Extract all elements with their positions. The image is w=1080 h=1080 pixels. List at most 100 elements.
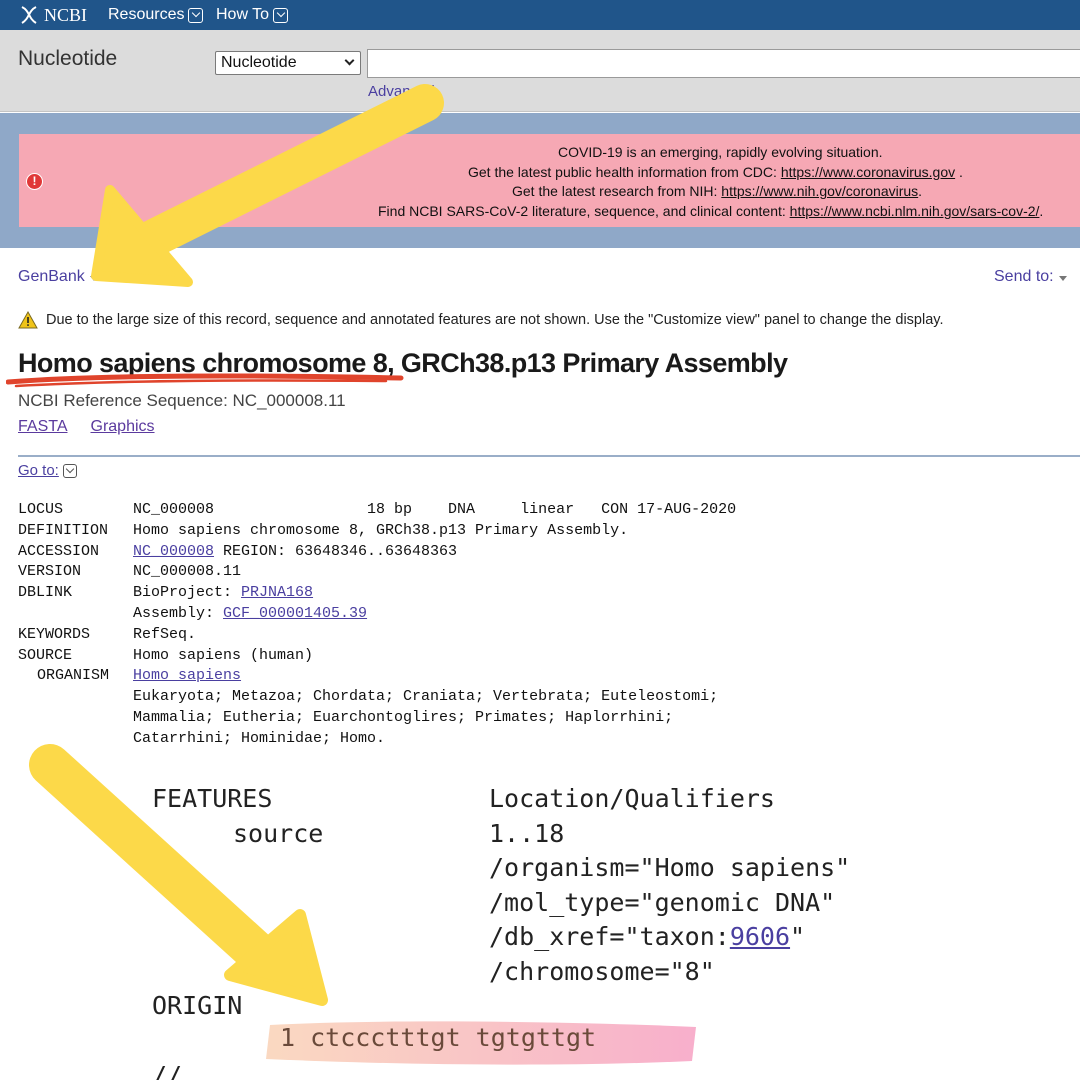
database-select[interactable]: Nucleotide (215, 51, 361, 75)
alert-line-4: Find NCBI SARS-CoV-2 literature, sequenc… (378, 203, 1043, 219)
field-key: SOURCE (18, 646, 73, 664)
alert-line-2-text: Get the latest public health information… (468, 164, 781, 180)
qualifier-indent (152, 955, 489, 990)
field-value: NC_000008.11 (133, 563, 242, 581)
dbxref-suffix: " (790, 922, 806, 951)
organism-qualifier: /organism="Homo sapiens" (489, 853, 851, 882)
lineage-row: Catarrhini; Hominidae; Homo. (18, 729, 736, 750)
resources-menu[interactable]: Resources (108, 6, 204, 24)
ncbi-logo[interactable]: NCBI (18, 4, 87, 26)
field-key: DBLINK (18, 584, 73, 602)
alert-line-3: Get the latest research from NIH: https:… (512, 183, 922, 199)
keywords-row: KEYWORDS RefSeq. (18, 625, 736, 646)
format-selector[interactable]: GenBank (18, 268, 98, 286)
alert-line-2: Get the latest public health information… (468, 164, 963, 180)
field-value: Mammalia; Eutheria; Euarchontoglires; Pr… (133, 708, 674, 726)
field-value: REGION: 63648346..63648363 (214, 542, 458, 560)
dbxref-prefix: /db_xref="taxon: (489, 922, 730, 951)
warning-text: Due to the large size of this record, se… (46, 312, 944, 328)
search-bar: Nucleotide Nucleotide Advanced (0, 30, 1080, 112)
field-key-empty (18, 708, 133, 729)
features-key: FEATURES (152, 784, 273, 813)
alert-icon: ! (26, 173, 43, 190)
lineage-row: Eukaryota; Metazoa; Chordata; Craniata; … (18, 687, 736, 708)
howto-label: How To (216, 6, 270, 23)
field-value: Catarrhini; Hominidae; Homo. (133, 729, 386, 747)
alert-line-1: COVID-19 is an emerging, rapidly evolvin… (558, 144, 883, 160)
assembly-link[interactable]: GCF_000001405.39 (223, 604, 367, 625)
send-to-menu[interactable]: Send to: (994, 268, 1067, 286)
alert-line-3-tail: . (918, 183, 923, 199)
organism-link[interactable]: Homo sapiens (133, 666, 241, 687)
section-divider (18, 455, 1080, 457)
source-row: SOURCE Homo sapiens (human) (18, 646, 736, 667)
field-value: RefSeq. (133, 625, 197, 643)
moltype-qualifier: /mol_type="genomic DNA" (489, 887, 836, 917)
graphics-link[interactable]: Graphics (91, 418, 155, 436)
features-zoom: FEATURES Location/Qualifiers source 1..18 … (152, 782, 850, 1024)
location-header: Location/Qualifiers (489, 784, 775, 813)
sequence-line: 1 ctccctttgt tgtgttgt (280, 1023, 597, 1052)
field-value: Homo sapiens chromosome 8, GRCh38.p13 Pr… (133, 521, 629, 539)
field-key-empty (18, 604, 133, 625)
howto-menu[interactable]: How To (216, 6, 289, 24)
chevron-down-icon (273, 7, 289, 23)
dblink-row: DBLINK BioProject: PRJNA168 (18, 583, 736, 604)
search-input[interactable] (367, 49, 1080, 78)
ncbi-helix-icon (21, 6, 37, 24)
alert-line-2-tail: . (955, 164, 963, 180)
qualifier-row: /organism="Homo sapiens" (152, 851, 850, 886)
caret-down-icon (1058, 276, 1067, 281)
version-row: VERSION NC_000008.11 (18, 562, 736, 583)
source-feature-row: source 1..18 (152, 817, 850, 852)
alert-line-4-text: Find NCBI SARS-CoV-2 literature, sequenc… (378, 203, 790, 219)
red-underline-annotation (6, 373, 404, 388)
nih-link[interactable]: https://www.nih.gov/coronavirus (721, 183, 918, 199)
warning-icon (18, 311, 38, 329)
cdc-link[interactable]: https://www.coronavirus.gov (781, 164, 955, 180)
database-select-value: Nucleotide (221, 54, 297, 71)
record-terminator: // (152, 1061, 183, 1080)
send-to-label: Send to: (994, 268, 1054, 285)
source-key: source (233, 818, 324, 848)
bioproject-link[interactable]: PRJNA168 (241, 583, 313, 604)
field-key: LOCUS (18, 501, 64, 518)
qualifier-indent (152, 851, 489, 886)
caret-down-icon (89, 276, 98, 281)
qualifier-row: /db_xref="taxon: 9606 " (152, 920, 850, 955)
reference-sequence-id: NCBI Reference Sequence: NC_000008.11 (18, 391, 346, 410)
advanced-search-link[interactable]: Advanced (368, 83, 435, 100)
definition-row: DEFINITION Homo sapiens chromosome 8, GRC… (18, 521, 736, 542)
fasta-link[interactable]: FASTA (18, 418, 68, 436)
features-header-row: FEATURES Location/Qualifiers (152, 782, 850, 817)
qualifier-indent (152, 920, 489, 955)
organism-row: ORGANISM Homo sapiens (18, 666, 736, 687)
qualifier-indent (152, 886, 489, 921)
alert-line-3-text: Get the latest research from NIH: (512, 183, 722, 199)
field-key: VERSION (18, 563, 82, 581)
field-key: KEYWORDS (18, 625, 91, 643)
resources-label: Resources (108, 6, 185, 23)
field-value: Homo sapiens (human) (133, 646, 314, 664)
qualifier-row: /mol_type="genomic DNA" (152, 886, 850, 921)
size-warning: Due to the large size of this record, se… (18, 311, 943, 329)
field-value: Assembly: (133, 604, 224, 622)
accession-row: ACCESSION NC_000008 REGION: 63648346..636… (18, 542, 736, 563)
accession-link[interactable]: NC_000008 (133, 542, 214, 563)
locus-row: LOCUS NC_000008 18 bp DNA linear CON 17-A… (18, 500, 736, 521)
field-key: ACCESSION (18, 542, 100, 560)
taxon-link[interactable]: 9606 (730, 920, 790, 955)
goto-menu[interactable]: Go to: (18, 462, 77, 479)
top-nav-bar: NCBI Resources How To (0, 0, 1080, 30)
field-key: DEFINITION (18, 521, 109, 539)
field-key-empty (18, 729, 133, 750)
field-key-empty (18, 687, 133, 708)
assembly-row: Assembly: GCF_000001405.39 (18, 604, 736, 625)
field-value: Eukaryota; Metazoa; Chordata; Craniata; … (133, 688, 719, 706)
sars-cov-2-link[interactable]: https://www.ncbi.nlm.nih.gov/sars-cov-2/ (790, 203, 1040, 219)
chevron-down-icon (62, 463, 77, 478)
database-title: Nucleotide (18, 47, 118, 70)
lineage-row: Mammalia; Eutheria; Euarchontoglires; Pr… (18, 708, 736, 729)
field-value: NC_000008 18 bp DNA linear CON 17-AUG-20… (133, 501, 737, 518)
chromosome-qualifier: /chromosome="8" (489, 956, 715, 986)
